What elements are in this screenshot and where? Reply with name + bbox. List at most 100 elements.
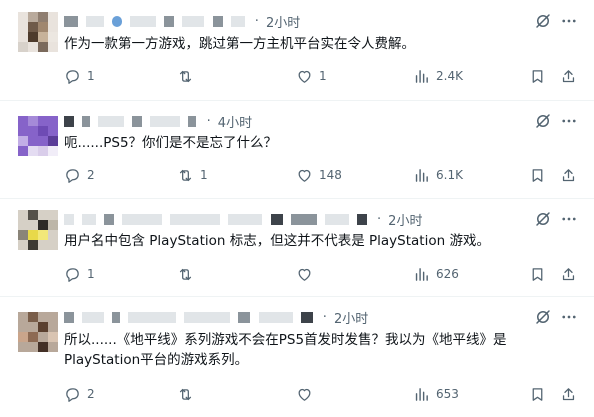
timestamp[interactable]: 4小时 bbox=[218, 116, 252, 131]
reply-button[interactable]: 1 bbox=[64, 66, 95, 86]
separator-dot: · bbox=[206, 114, 211, 129]
reply-count: 1 bbox=[87, 69, 95, 83]
user-info[interactable]: · 2小时 bbox=[64, 11, 514, 31]
more-icon[interactable] bbox=[560, 112, 578, 130]
share-icon bbox=[562, 387, 575, 400]
reply-feed: · 2小时 作为一款第一方游戏，跳过第一方主机平台实在令人费解。 1 1 2.4… bbox=[0, 0, 594, 417]
reply-text-line: 所以......《地平线》系列游戏不会在PS5首发时发售？我以为《地平线》是 bbox=[64, 332, 507, 348]
reply-text-line: PlayStation平台的游戏系列。 bbox=[64, 352, 249, 368]
display-name-redacted bbox=[82, 312, 105, 323]
views-button[interactable]: 626 bbox=[413, 264, 459, 284]
timestamp[interactable]: 2小时 bbox=[388, 214, 422, 229]
user-info[interactable]: · 2小时 bbox=[64, 307, 514, 327]
user-info[interactable]: · 4小时 bbox=[64, 111, 514, 131]
user-info[interactable]: · 2小时 bbox=[64, 209, 514, 229]
like-button[interactable]: 1 bbox=[296, 66, 327, 86]
views-icon bbox=[415, 168, 428, 182]
reply-count: 2 bbox=[87, 168, 95, 182]
like-count: 148 bbox=[319, 168, 342, 182]
bookmark-button[interactable] bbox=[529, 66, 546, 86]
handle-redacted bbox=[324, 214, 349, 225]
reply-icon bbox=[66, 168, 79, 183]
like-count: 1 bbox=[319, 69, 327, 83]
repost-icon bbox=[179, 169, 192, 181]
views-icon bbox=[415, 387, 428, 401]
share-button[interactable] bbox=[560, 264, 577, 284]
timestamp[interactable]: 2小时 bbox=[266, 16, 300, 31]
handle-redacted bbox=[270, 214, 283, 225]
handle-redacted bbox=[122, 214, 163, 225]
view-count: 6.1K bbox=[436, 168, 463, 182]
display-name-redacted bbox=[82, 116, 91, 127]
view-count: 626 bbox=[436, 267, 459, 281]
grok-icon[interactable] bbox=[534, 12, 552, 30]
timestamp[interactable]: 2小时 bbox=[334, 312, 368, 327]
views-button[interactable]: 6.1K bbox=[413, 165, 463, 185]
grok-icon[interactable] bbox=[534, 308, 552, 326]
reply-item[interactable]: · 2小时 所以......《地平线》系列游戏不会在PS5首发时发售？我以为《地… bbox=[0, 296, 594, 417]
like-icon bbox=[298, 70, 311, 83]
handle-redacted bbox=[150, 116, 181, 127]
action-bar: 2 1 148 6.1K bbox=[64, 165, 582, 185]
like-button[interactable]: 148 bbox=[296, 165, 342, 185]
handle-redacted bbox=[182, 16, 205, 27]
reply-text: 所以......《地平线》系列游戏不会在PS5首发时发售？我以为《地平线》是 P… bbox=[64, 330, 574, 370]
handle-redacted bbox=[230, 16, 245, 27]
display-name-redacted bbox=[64, 312, 74, 323]
like-icon bbox=[298, 169, 311, 182]
display-name-redacted bbox=[64, 214, 74, 225]
reply-item[interactable]: · 4小时 呃......PS5？你们是不是忘了什么？ 2 1 148 6.1K bbox=[0, 100, 594, 199]
share-icon bbox=[562, 267, 575, 280]
like-button[interactable] bbox=[296, 264, 319, 284]
reply-button[interactable]: 2 bbox=[64, 165, 95, 185]
bookmark-button[interactable] bbox=[529, 264, 546, 284]
avatar[interactable] bbox=[18, 312, 58, 352]
reply-item[interactable]: · 2小时 作为一款第一方游戏，跳过第一方主机平台实在令人费解。 1 1 2.4… bbox=[0, 0, 594, 101]
views-button[interactable]: 2.4K bbox=[413, 66, 463, 86]
bookmark-button[interactable] bbox=[529, 384, 546, 404]
handle-redacted bbox=[184, 312, 231, 323]
handle-redacted bbox=[128, 312, 177, 323]
reply-button[interactable]: 1 bbox=[64, 264, 95, 284]
repost-button[interactable] bbox=[177, 384, 200, 404]
reply-icon bbox=[66, 69, 79, 84]
reply-count: 1 bbox=[87, 267, 95, 281]
repost-button[interactable] bbox=[177, 66, 200, 86]
grok-icon[interactable] bbox=[534, 210, 552, 228]
avatar[interactable] bbox=[18, 210, 58, 250]
handle-redacted bbox=[300, 312, 313, 323]
bookmark-button[interactable] bbox=[529, 165, 546, 185]
avatar[interactable] bbox=[18, 12, 58, 52]
handle-redacted bbox=[290, 214, 317, 225]
reply-item[interactable]: · 2小时 用户名中包含 PlayStation 标志，但这并不代表是 Play… bbox=[0, 198, 594, 297]
repost-button[interactable] bbox=[177, 264, 200, 284]
grok-icon[interactable] bbox=[534, 112, 552, 130]
repost-button[interactable]: 1 bbox=[177, 165, 208, 185]
display-name-redacted bbox=[86, 16, 105, 27]
action-bar: 2 653 bbox=[64, 384, 582, 404]
view-count: 653 bbox=[436, 387, 459, 401]
reply-icon bbox=[66, 387, 79, 402]
avatar[interactable] bbox=[18, 116, 58, 156]
views-icon bbox=[415, 69, 428, 83]
display-name-redacted bbox=[112, 312, 121, 323]
share-icon bbox=[562, 69, 575, 82]
more-icon[interactable] bbox=[560, 12, 578, 30]
share-button[interactable] bbox=[560, 165, 577, 185]
handle-redacted bbox=[258, 312, 293, 323]
more-icon[interactable] bbox=[560, 210, 578, 228]
verified-badge-redacted bbox=[112, 16, 123, 27]
views-button[interactable]: 653 bbox=[413, 384, 459, 404]
share-button[interactable] bbox=[560, 384, 577, 404]
reply-button[interactable]: 2 bbox=[64, 384, 95, 404]
share-button[interactable] bbox=[560, 66, 577, 86]
display-name-redacted bbox=[64, 116, 74, 127]
more-icon[interactable] bbox=[560, 308, 578, 326]
display-name-redacted bbox=[82, 214, 97, 225]
action-bar: 1 1 2.4K bbox=[64, 66, 582, 86]
like-button[interactable] bbox=[296, 384, 319, 404]
repost-icon bbox=[179, 70, 192, 82]
handle-redacted bbox=[356, 214, 367, 225]
repost-count: 1 bbox=[200, 168, 208, 182]
handle-redacted bbox=[98, 116, 125, 127]
